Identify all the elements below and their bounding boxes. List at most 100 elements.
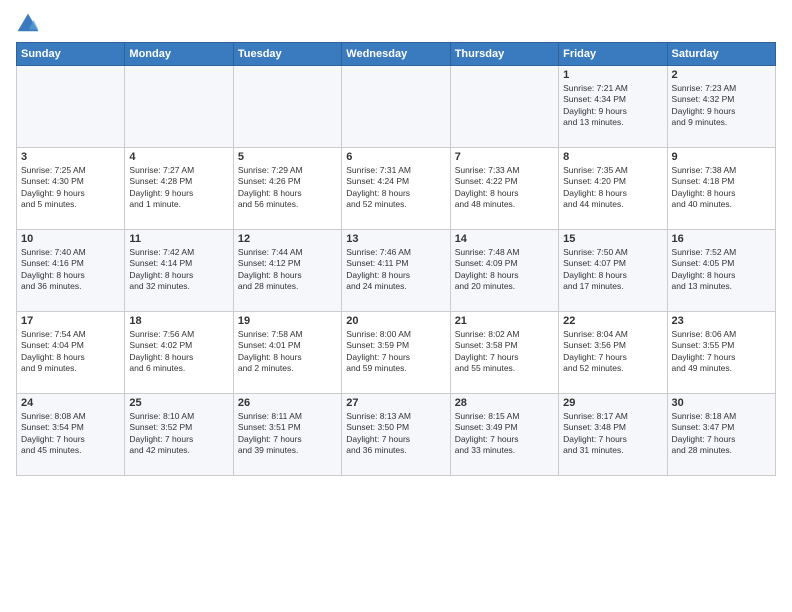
day-number: 21 [455, 315, 554, 327]
calendar-cell: 14 Sunrise: 7:48 AM Sunset: 4:09 PM Dayli… [450, 230, 558, 312]
calendar-cell: 13 Sunrise: 7:46 AM Sunset: 4:11 PM Dayli… [342, 230, 450, 312]
day-number: 10 [21, 233, 120, 245]
calendar-cell: 20Sunrise: 8:00 AM Sunset: 3:59 PM Dayli… [342, 312, 450, 394]
day-number: 27 [346, 397, 445, 409]
calendar-cell [233, 66, 341, 148]
day-detail: Sunrise: 7:38 AM Sunset: 4:18 PM Dayligh… [672, 165, 771, 211]
calendar-cell [450, 66, 558, 148]
day-detail: Sunrise: 7:56 AM Sunset: 4:02 PM Dayligh… [129, 329, 228, 375]
calendar-cell: 16 Sunrise: 7:52 AM Sunset: 4:05 PM Dayli… [667, 230, 775, 312]
day-number: 5 [238, 151, 337, 163]
day-detail: Sunrise: 7:54 AM Sunset: 4:04 PM Dayligh… [21, 329, 120, 375]
day-detail: Sunrise: 7:58 AM Sunset: 4:01 PM Dayligh… [238, 329, 337, 375]
header [16, 12, 776, 36]
day-detail: Sunrise: 7:21 AM Sunset: 4:34 PM Dayligh… [563, 83, 662, 129]
day-number: 6 [346, 151, 445, 163]
day-number: 29 [563, 397, 662, 409]
calendar-cell: 6 Sunrise: 7:31 AM Sunset: 4:24 PM Daylig… [342, 148, 450, 230]
calendar-cell: 22Sunrise: 8:04 AM Sunset: 3:56 PM Dayli… [559, 312, 667, 394]
calendar-cell: 3Sunrise: 7:25 AM Sunset: 4:30 PM Daylig… [17, 148, 125, 230]
calendar-cell: 9 Sunrise: 7:38 AM Sunset: 4:18 PM Daylig… [667, 148, 775, 230]
day-detail: Sunrise: 7:33 AM Sunset: 4:22 PM Dayligh… [455, 165, 554, 211]
day-number: 23 [672, 315, 771, 327]
calendar-cell: 19 Sunrise: 7:58 AM Sunset: 4:01 PM Dayli… [233, 312, 341, 394]
day-number: 16 [672, 233, 771, 245]
calendar-cell: 17Sunrise: 7:54 AM Sunset: 4:04 PM Dayli… [17, 312, 125, 394]
week-row-1: 1 Sunrise: 7:21 AM Sunset: 4:34 PM Daylig… [17, 66, 776, 148]
day-number: 13 [346, 233, 445, 245]
calendar-cell: 21 Sunrise: 8:02 AM Sunset: 3:58 PM Dayli… [450, 312, 558, 394]
day-detail: Sunrise: 7:40 AM Sunset: 4:16 PM Dayligh… [21, 247, 120, 293]
calendar-table: SundayMondayTuesdayWednesdayThursdayFrid… [16, 42, 776, 476]
week-row-3: 10 Sunrise: 7:40 AM Sunset: 4:16 PM Dayli… [17, 230, 776, 312]
day-number: 26 [238, 397, 337, 409]
day-number: 15 [563, 233, 662, 245]
day-number: 19 [238, 315, 337, 327]
day-number: 30 [672, 397, 771, 409]
weekday-header-wednesday: Wednesday [342, 43, 450, 66]
calendar-cell: 4Sunrise: 7:27 AM Sunset: 4:28 PM Daylig… [125, 148, 233, 230]
header-row: SundayMondayTuesdayWednesdayThursdayFrid… [17, 43, 776, 66]
day-number: 28 [455, 397, 554, 409]
day-detail: Sunrise: 8:10 AM Sunset: 3:52 PM Dayligh… [129, 411, 228, 457]
day-detail: Sunrise: 8:18 AM Sunset: 3:47 PM Dayligh… [672, 411, 771, 457]
day-number: 8 [563, 151, 662, 163]
day-detail: Sunrise: 7:50 AM Sunset: 4:07 PM Dayligh… [563, 247, 662, 293]
day-number: 25 [129, 397, 228, 409]
day-detail: Sunrise: 8:13 AM Sunset: 3:50 PM Dayligh… [346, 411, 445, 457]
calendar-cell: 2 Sunrise: 7:23 AM Sunset: 4:32 PM Daylig… [667, 66, 775, 148]
weekday-header-friday: Friday [559, 43, 667, 66]
day-detail: Sunrise: 8:17 AM Sunset: 3:48 PM Dayligh… [563, 411, 662, 457]
day-number: 1 [563, 69, 662, 81]
day-detail: Sunrise: 8:08 AM Sunset: 3:54 PM Dayligh… [21, 411, 120, 457]
day-detail: Sunrise: 8:02 AM Sunset: 3:58 PM Dayligh… [455, 329, 554, 375]
calendar-cell: 18 Sunrise: 7:56 AM Sunset: 4:02 PM Dayli… [125, 312, 233, 394]
day-detail: Sunrise: 7:35 AM Sunset: 4:20 PM Dayligh… [563, 165, 662, 211]
weekday-header-thursday: Thursday [450, 43, 558, 66]
calendar-cell: 25 Sunrise: 8:10 AM Sunset: 3:52 PM Dayli… [125, 394, 233, 476]
calendar-cell: 29 Sunrise: 8:17 AM Sunset: 3:48 PM Dayli… [559, 394, 667, 476]
day-detail: Sunrise: 7:48 AM Sunset: 4:09 PM Dayligh… [455, 247, 554, 293]
day-detail: Sunrise: 7:23 AM Sunset: 4:32 PM Dayligh… [672, 83, 771, 129]
calendar-cell: 12 Sunrise: 7:44 AM Sunset: 4:12 PM Dayli… [233, 230, 341, 312]
week-row-4: 17Sunrise: 7:54 AM Sunset: 4:04 PM Dayli… [17, 312, 776, 394]
day-detail: Sunrise: 7:52 AM Sunset: 4:05 PM Dayligh… [672, 247, 771, 293]
weekday-header-sunday: Sunday [17, 43, 125, 66]
calendar-cell: 11 Sunrise: 7:42 AM Sunset: 4:14 PM Dayli… [125, 230, 233, 312]
weekday-header-saturday: Saturday [667, 43, 775, 66]
day-detail: Sunrise: 8:15 AM Sunset: 3:49 PM Dayligh… [455, 411, 554, 457]
day-number: 11 [129, 233, 228, 245]
day-number: 12 [238, 233, 337, 245]
calendar-cell [342, 66, 450, 148]
day-number: 18 [129, 315, 228, 327]
weekday-header-monday: Monday [125, 43, 233, 66]
day-detail: Sunrise: 8:00 AM Sunset: 3:59 PM Dayligh… [346, 329, 445, 375]
day-number: 4 [129, 151, 228, 163]
calendar-cell [125, 66, 233, 148]
logo-icon [16, 12, 40, 36]
calendar-cell: 10 Sunrise: 7:40 AM Sunset: 4:16 PM Dayli… [17, 230, 125, 312]
day-detail: Sunrise: 7:46 AM Sunset: 4:11 PM Dayligh… [346, 247, 445, 293]
calendar-cell: 30 Sunrise: 8:18 AM Sunset: 3:47 PM Dayli… [667, 394, 775, 476]
calendar-cell: 27 Sunrise: 8:13 AM Sunset: 3:50 PM Dayli… [342, 394, 450, 476]
day-detail: Sunrise: 7:29 AM Sunset: 4:26 PM Dayligh… [238, 165, 337, 211]
day-number: 14 [455, 233, 554, 245]
calendar-cell: 24 Sunrise: 8:08 AM Sunset: 3:54 PM Dayli… [17, 394, 125, 476]
weekday-header-tuesday: Tuesday [233, 43, 341, 66]
day-detail: Sunrise: 7:44 AM Sunset: 4:12 PM Dayligh… [238, 247, 337, 293]
day-number: 7 [455, 151, 554, 163]
calendar-cell [17, 66, 125, 148]
day-number: 2 [672, 69, 771, 81]
day-number: 9 [672, 151, 771, 163]
day-detail: Sunrise: 7:42 AM Sunset: 4:14 PM Dayligh… [129, 247, 228, 293]
day-number: 24 [21, 397, 120, 409]
page: SundayMondayTuesdayWednesdayThursdayFrid… [0, 0, 792, 612]
calendar-cell: 1 Sunrise: 7:21 AM Sunset: 4:34 PM Daylig… [559, 66, 667, 148]
day-detail: Sunrise: 7:25 AM Sunset: 4:30 PM Dayligh… [21, 165, 120, 211]
day-detail: Sunrise: 8:11 AM Sunset: 3:51 PM Dayligh… [238, 411, 337, 457]
calendar-cell: 28 Sunrise: 8:15 AM Sunset: 3:49 PM Dayli… [450, 394, 558, 476]
day-detail: Sunrise: 8:06 AM Sunset: 3:55 PM Dayligh… [672, 329, 771, 375]
day-detail: Sunrise: 8:04 AM Sunset: 3:56 PM Dayligh… [563, 329, 662, 375]
day-detail: Sunrise: 7:31 AM Sunset: 4:24 PM Dayligh… [346, 165, 445, 211]
logo [16, 12, 44, 36]
